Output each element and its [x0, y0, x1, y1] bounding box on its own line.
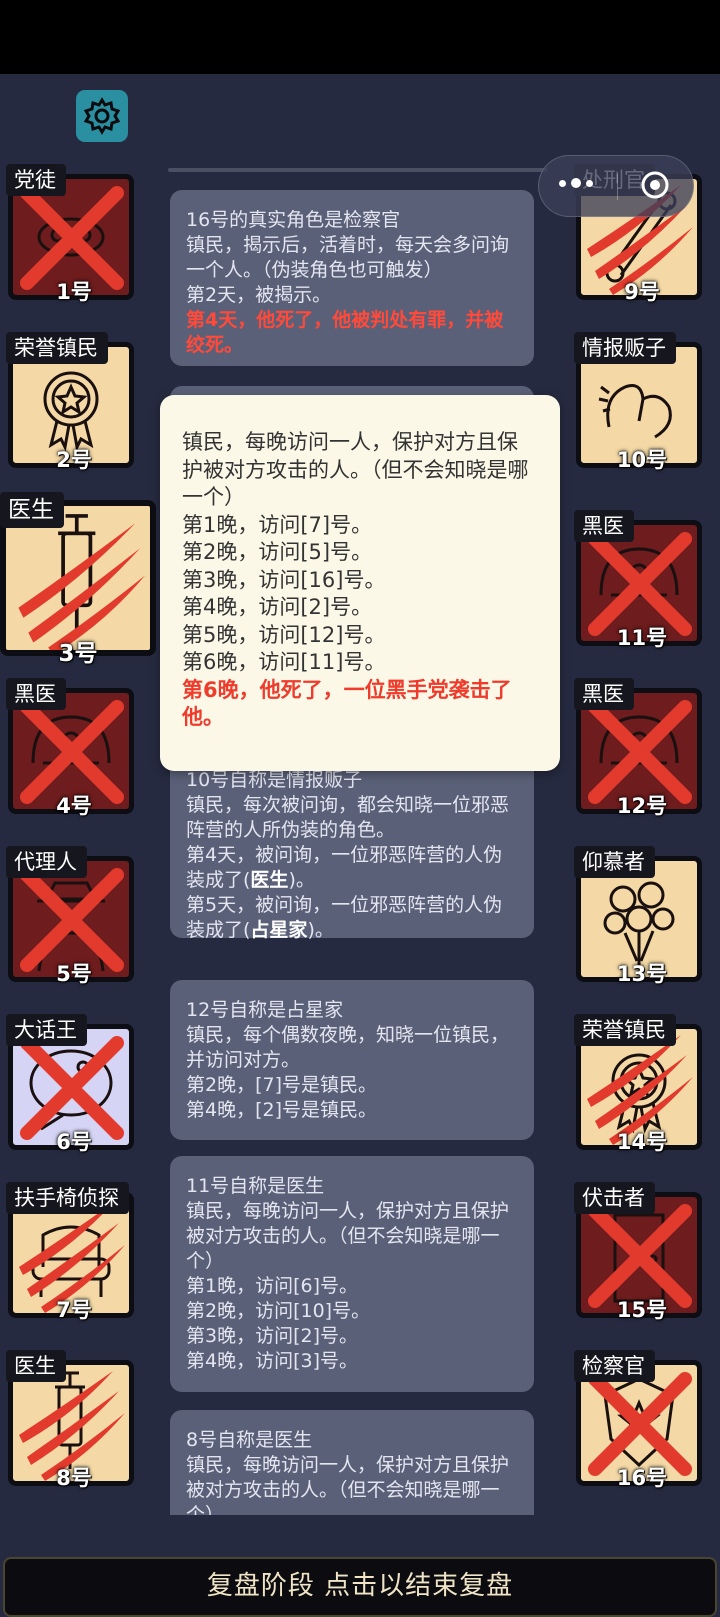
player-11[interactable]: 黑医 11号	[568, 510, 706, 650]
role-label: 黑医	[6, 678, 66, 710]
popup-night: 第6晚，访问[11]号。	[182, 650, 386, 674]
seat-number: 13号	[616, 962, 668, 986]
role-label: 黑医	[574, 510, 634, 542]
player-14[interactable]: 荣誉镇民 14号	[568, 1014, 706, 1154]
log-card-12[interactable]: 12号自称是占星家 镇民，每个偶数夜晚，知晓一位镇民，并访问对方。 第2晚，[7…	[170, 980, 534, 1140]
seat-number: 14号	[616, 1130, 668, 1154]
seat-number: 6号	[56, 1130, 92, 1154]
seat-number: 9号	[624, 280, 660, 304]
role-label: 情报贩子	[574, 332, 676, 364]
settings-button[interactable]	[76, 90, 128, 142]
card-title: 8号自称是医生	[186, 1429, 313, 1451]
seat-number: 10号	[616, 448, 668, 472]
card-line: 第4天，被问询，一位邪恶阵营的人伪装成了(医生)。	[186, 844, 503, 891]
role-detail-popup[interactable]: 镇民，每晚访问一人，保护对方且保护被对方攻击的人。（但不会知晓是哪一个） 第1晚…	[160, 395, 560, 771]
card-line: 第2晚，访问[10]号。	[186, 1300, 371, 1322]
popup-night: 第4晚，访问[2]号。	[182, 595, 373, 619]
role-label: 代理人	[6, 846, 87, 878]
seat-number: 3号	[58, 641, 98, 667]
card-line: 第2晚，[7]号是镇民。	[186, 1074, 378, 1096]
player-4[interactable]: 黑医 4号	[0, 678, 138, 818]
card-line: 第5天，被问询，一位邪恶阵营的人伪装成了(占星家)。	[186, 894, 503, 941]
role-label: 党徒	[6, 164, 66, 196]
popup-desc: 镇民，每晚访问一人，保护对方且保护被对方攻击的人。（但不会知晓是哪一个）	[182, 430, 529, 509]
gear-icon	[83, 97, 121, 135]
card-title: 11号自称是医生	[186, 1175, 325, 1197]
seat-number: 16号	[616, 1466, 668, 1490]
log-card-16[interactable]: 16号的真实角色是检察官 镇民，揭示后，活着时，每天会多问询一个人。（伪装角色也…	[170, 190, 534, 366]
role-label: 医生	[6, 1350, 66, 1382]
player-12[interactable]: 黑医 12号	[568, 678, 706, 818]
more-dots-icon[interactable]	[559, 178, 593, 188]
role-label: 扶手椅侦探	[6, 1182, 129, 1214]
player-2[interactable]: 荣誉镇民 2号	[0, 332, 138, 472]
player-13[interactable]: 仰慕者 13号	[568, 846, 706, 986]
role-label: 检察官	[574, 1350, 655, 1382]
player-5[interactable]: 代理人 5号	[0, 846, 138, 986]
popup-night: 第5晚，访问[12]号。	[182, 622, 386, 647]
game-log[interactable]: 16号的真实角色是检察官 镇民，揭示后，活着时，每天会多问询一个人。（伪装角色也…	[160, 170, 552, 1515]
player-10[interactable]: 情报贩子 10号	[568, 332, 706, 472]
card-line: 第1晚，访问[6]号。	[186, 1275, 359, 1297]
role-label: 医生	[0, 492, 64, 528]
card-death: 第4天，他死了，他被判处有罪，并被绞死。	[186, 309, 504, 356]
seat-number: 4号	[56, 794, 92, 818]
miniprogram-capsule	[538, 155, 694, 217]
role-label: 黑医	[574, 678, 634, 710]
seat-number: 8号	[56, 1466, 92, 1490]
player-15[interactable]: 伏击者 15号	[568, 1182, 706, 1322]
player-1[interactable]: 党徒 1号	[0, 164, 138, 304]
role-label: 伏击者	[574, 1182, 655, 1214]
log-card-8[interactable]: 8号自称是医生 镇民，每晚访问一人，保护对方且保护被对方攻击的人。（但不会知晓是…	[170, 1410, 534, 1515]
record-close-icon[interactable]	[639, 169, 671, 201]
log-card-11[interactable]: 11号自称是医生 镇民，每晚访问一人，保护对方且保护被对方攻击的人。（但不会知晓…	[170, 1156, 534, 1392]
seat-number: 5号	[56, 962, 92, 986]
player-6[interactable]: 大话王 6号	[0, 1014, 138, 1154]
seat-number: 11号	[616, 626, 668, 650]
popup-night: 第3晚，访问[16]号。	[182, 567, 386, 592]
popup-night: 第1晚，访问[7]号。	[182, 512, 373, 537]
status-bar	[0, 0, 720, 74]
card-desc: 镇民，每个偶数夜晚，知晓一位镇民，并访问对方。	[186, 1024, 510, 1071]
seat-number: 7号	[56, 1298, 92, 1322]
seat-number: 1号	[56, 280, 92, 304]
card-desc: 镇民，每晚访问一人，保护对方且保护被对方攻击的人。（但不会知晓是哪一个）	[186, 1200, 510, 1272]
role-label: 荣誉镇民	[574, 1014, 676, 1046]
player-8[interactable]: 医生 8号	[0, 1350, 138, 1490]
seat-number: 15号	[616, 1298, 668, 1322]
card-line: 第4晚，访问[3]号。	[186, 1350, 359, 1372]
card-line: 第2天，被揭示。	[186, 284, 332, 306]
card-line: 第4晚，[2]号是镇民。	[186, 1099, 378, 1121]
popup-night: 第2晚，访问[5]号。	[182, 540, 373, 564]
card-desc: 镇民，每晚访问一人，保护对方且保护被对方攻击的人。（但不会知晓是哪一个）	[186, 1454, 510, 1515]
card-desc: 镇民，每次被问询，都会知晓一位邪恶阵营的人所伪装的角色。	[186, 794, 510, 841]
card-title: 16号的真实角色是检察官	[186, 209, 401, 231]
role-label: 仰慕者	[574, 846, 655, 878]
card-desc: 镇民，揭示后，活着时，每天会多问询一个人。（伪装角色也可触发）	[186, 234, 510, 281]
end-review-button[interactable]: 复盘阶段 点击以结束复盘	[3, 1557, 717, 1617]
player-16[interactable]: 检察官 16号	[568, 1350, 706, 1490]
end-review-label: 复盘阶段 点击以结束复盘	[206, 1571, 514, 1601]
player-3[interactable]: 医生 3号	[0, 492, 156, 667]
card-line: 第3晚，访问[2]号。	[186, 1325, 359, 1347]
capsule-divider	[617, 174, 618, 200]
role-label: 荣誉镇民	[6, 332, 108, 364]
role-label: 大话王	[6, 1014, 87, 1046]
card-title: 10号自称是情报贩子	[186, 769, 363, 791]
seat-number: 12号	[616, 794, 668, 818]
player-7[interactable]: 扶手椅侦探 7号	[0, 1182, 138, 1322]
seat-number: 2号	[56, 448, 92, 472]
card-title: 12号自称是占星家	[186, 999, 344, 1021]
popup-death: 第6晚，他死了，一位黑手党袭击了他。	[182, 677, 512, 730]
